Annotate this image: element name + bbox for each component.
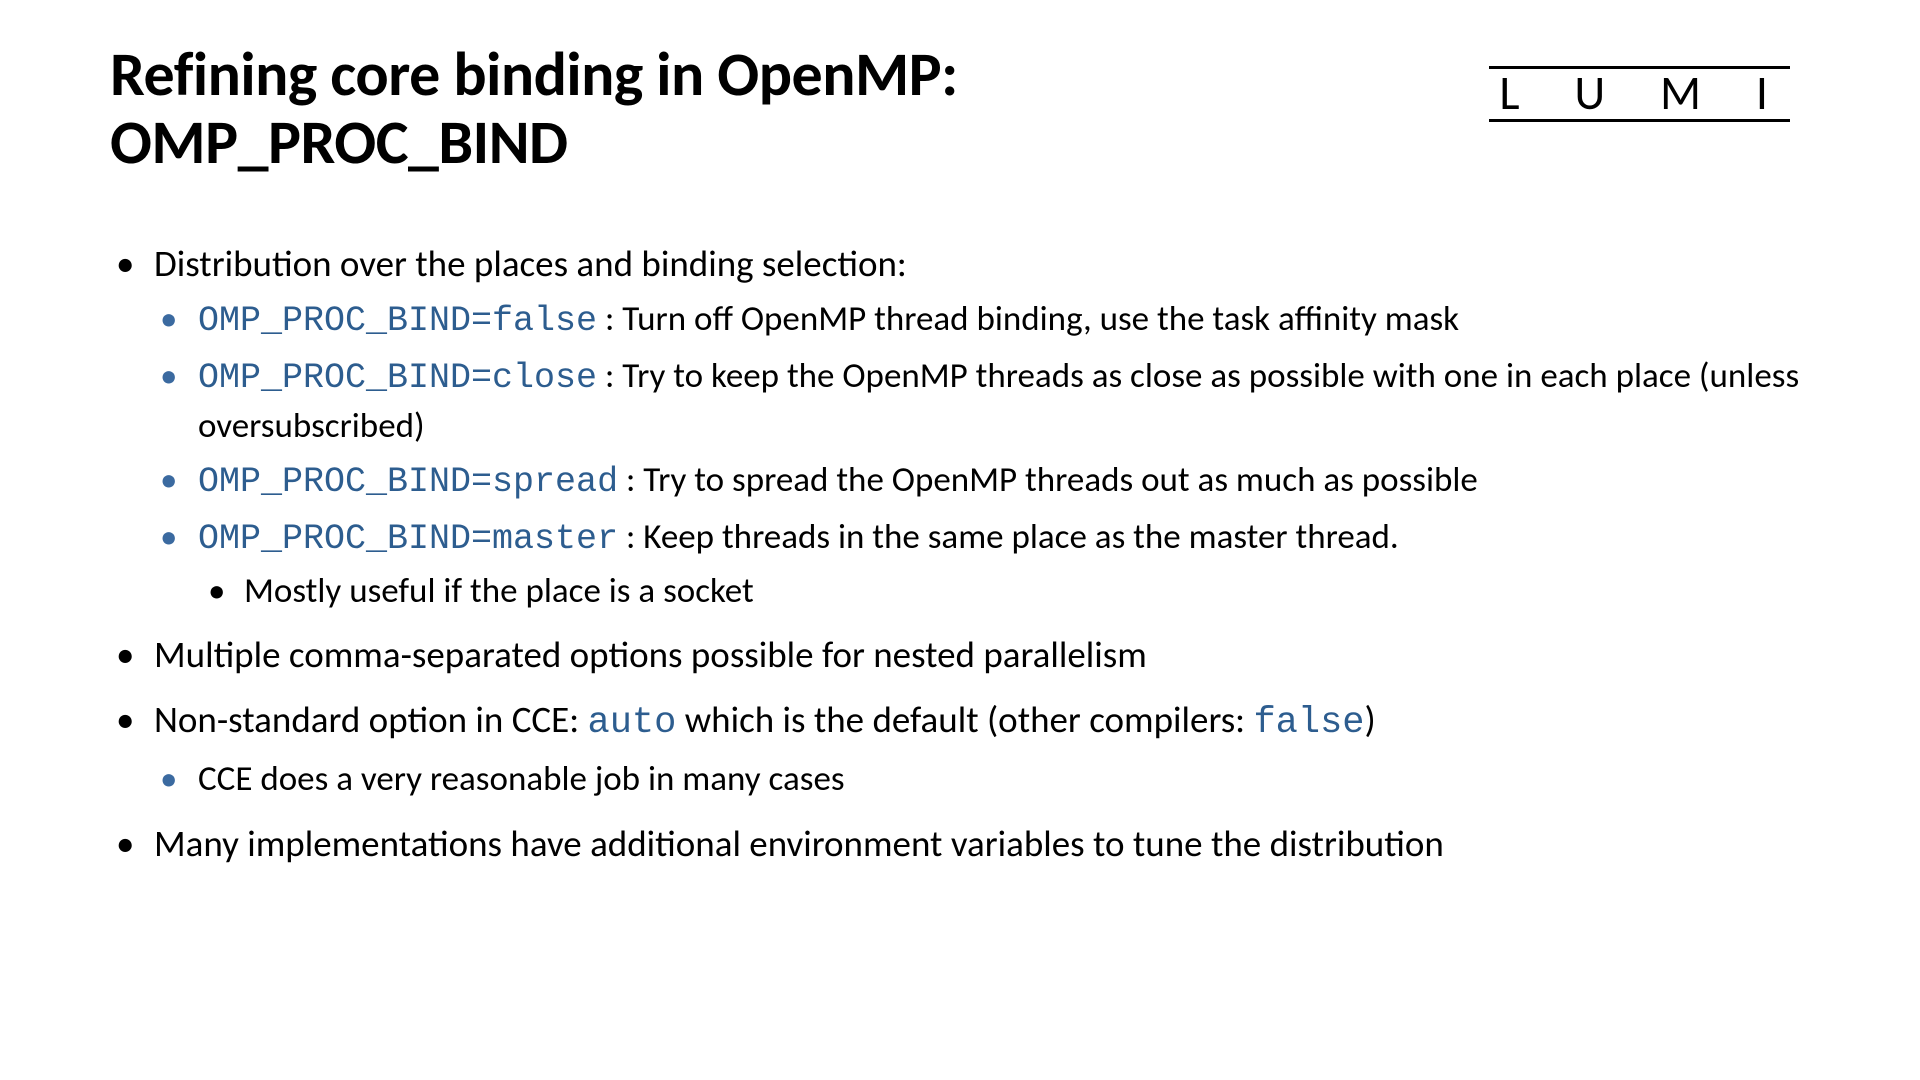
bullet-cce-note: CCE does a very reasonable job in many c… — [154, 755, 1800, 803]
bullet-bind-close: OMP_PROC_BIND=close : Try to keep the Op… — [154, 352, 1800, 451]
code-bind-master: OMP_PROC_BIND=master — [198, 519, 618, 559]
code-false: false — [1253, 702, 1364, 744]
bullet-extra-env: Many implementations have additional env… — [110, 818, 1800, 869]
bind-master-desc: : Keep threads in the same place as the … — [618, 516, 1399, 558]
slide-body: Distribution over the places and binding… — [110, 238, 1800, 868]
header: Refining core binding in OpenMP: OMP_PRO… — [110, 40, 1800, 176]
bullet-bind-false: OMP_PROC_BIND=false : Turn off OpenMP th… — [154, 295, 1800, 345]
bullet-nested-text: Multiple comma-separated options possibl… — [154, 632, 1147, 677]
bullet-distribution: Distribution over the places and binding… — [110, 238, 1800, 615]
code-bind-close: OMP_PROC_BIND=close — [198, 358, 597, 398]
lumi-logo: L U M I — [1489, 66, 1790, 122]
slide: Refining core binding in OpenMP: OMP_PRO… — [0, 0, 1920, 1080]
title-line-2: OMP_PROC_BIND — [110, 104, 568, 180]
code-auto: auto — [588, 702, 677, 744]
bullet-distribution-text: Distribution over the places and binding… — [154, 241, 907, 286]
bullet-master-note: Mostly useful if the place is a socket — [198, 567, 1800, 615]
bind-false-desc: : Turn off OpenMP thread binding, use th… — [597, 298, 1459, 340]
code-bind-spread: OMP_PROC_BIND=spread — [198, 462, 618, 502]
bind-spread-desc: : Try to spread the OpenMP threads out a… — [618, 459, 1478, 501]
code-bind-false: OMP_PROC_BIND=false — [198, 301, 597, 341]
cce-mid: which is the default (other compilers: — [676, 697, 1253, 742]
bullet-extra-env-text: Many implementations have additional env… — [154, 821, 1444, 866]
cce-pre: Non-standard option in CCE: — [154, 697, 588, 742]
bullet-cce: Non-standard option in CCE: auto which i… — [110, 694, 1800, 803]
cce-post: ) — [1364, 697, 1375, 742]
cce-note-text: CCE does a very reasonable job in many c… — [198, 758, 845, 800]
title-line-1: Refining core binding in OpenMP: — [110, 36, 958, 112]
bullet-bind-master: OMP_PROC_BIND=master : Keep threads in t… — [154, 513, 1800, 616]
lumi-logo-text: L U M I — [1489, 66, 1790, 122]
bullet-nested: Multiple comma-separated options possibl… — [110, 629, 1800, 680]
slide-title: Refining core binding in OpenMP: OMP_PRO… — [110, 40, 958, 176]
master-note-text: Mostly useful if the place is a socket — [244, 570, 754, 612]
bullet-bind-spread: OMP_PROC_BIND=spread : Try to spread the… — [154, 456, 1800, 506]
